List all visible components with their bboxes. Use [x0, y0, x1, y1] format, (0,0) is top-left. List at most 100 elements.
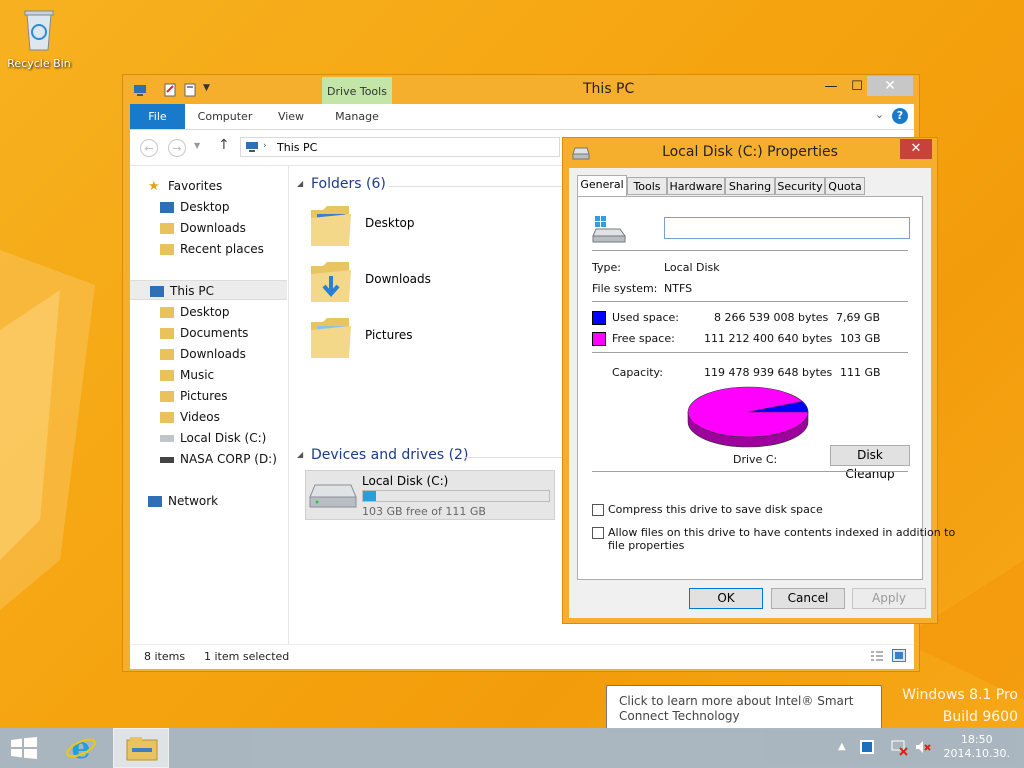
up-arrow-icon[interactable]: ↑ — [218, 137, 230, 153]
folder-icon — [160, 328, 174, 339]
folder-icon — [160, 307, 174, 318]
tab-view[interactable]: View — [268, 104, 314, 129]
taskbar: e ▲ 18:50 2014.10.30. — [0, 728, 1024, 768]
tab-tools[interactable]: Tools — [627, 177, 667, 195]
nav-pc-music[interactable]: Music — [160, 365, 214, 385]
expand-ribbon-icon[interactable]: ⌄ — [875, 108, 884, 121]
tab-general[interactable]: General — [577, 175, 627, 197]
show-hidden-icons-button[interactable]: ▲ — [838, 741, 846, 752]
index-checkbox[interactable] — [592, 527, 604, 539]
recycle-bin[interactable]: Recycle Bin — [6, 6, 72, 70]
nav-item-label: Videos — [180, 410, 220, 424]
nav-pc-pictures[interactable]: Pictures — [160, 386, 228, 406]
svg-text:e: e — [71, 731, 90, 765]
folders-group-header[interactable]: Folders (6) — [311, 176, 386, 192]
nav-item-label: Desktop — [180, 200, 230, 214]
folder-icon — [160, 349, 174, 360]
address-field[interactable]: › This PC — [240, 137, 560, 157]
apply-button[interactable]: Apply — [852, 588, 926, 609]
nav-item-label: NASA CORP (D:) — [180, 452, 277, 466]
desktop-icon — [160, 202, 174, 213]
compress-checkbox[interactable] — [592, 504, 604, 516]
forward-button[interactable]: → — [168, 139, 186, 157]
used-space-bytes: 8 266 539 008 bytes — [714, 311, 829, 324]
free-space-label: Free space: — [612, 332, 675, 345]
compress-label: Compress this drive to save disk space — [608, 503, 823, 516]
divider — [592, 301, 908, 302]
folder-name: Pictures — [365, 328, 413, 342]
nav-pc-videos[interactable]: Videos — [160, 407, 220, 427]
collapse-devices-icon[interactable]: ◢ — [297, 450, 303, 459]
nav-pc-downloads[interactable]: Downloads — [160, 344, 246, 364]
volume-label-input[interactable] — [664, 217, 910, 239]
nav-pc-local-disk[interactable]: Local Disk (C:) — [160, 428, 266, 448]
tray-tooltip: Click to learn more about Intel® Smart C… — [606, 685, 882, 731]
nav-fav-downloads[interactable]: Downloads — [160, 218, 246, 238]
nav-item-label: Documents — [180, 326, 249, 340]
nav-pc-desktop[interactable]: Desktop — [160, 302, 230, 322]
chevron-right-icon[interactable]: › — [263, 141, 267, 151]
type-value: Local Disk — [664, 261, 720, 274]
volume-muted-icon[interactable] — [914, 738, 932, 756]
nav-fav-recent[interactable]: Recent places — [160, 239, 264, 259]
ribbon: File Computer View Manage ⌄ ? — [130, 104, 914, 130]
free-space-swatch — [592, 332, 606, 346]
collapse-folders-icon[interactable]: ◢ — [297, 179, 303, 188]
nav-fav-desktop[interactable]: Desktop — [160, 197, 230, 217]
computer-icon — [134, 85, 146, 96]
nav-this-pc[interactable]: This PC — [130, 280, 287, 300]
hard-drive-icon — [160, 435, 174, 442]
tab-file[interactable]: File — [130, 104, 185, 129]
qat-dropdown-icon[interactable]: ▼ — [203, 83, 217, 97]
minimize-button[interactable]: — — [817, 77, 845, 97]
disk-cleanup-button[interactable]: Disk Cleanup — [830, 445, 910, 481]
dialog-body: General Tools Hardware Sharing Security … — [569, 168, 955, 618]
new-folder-icon[interactable] — [183, 83, 197, 97]
tooltip-text: Click to learn more about Intel® Smart C… — [619, 694, 854, 723]
drive-name: Local Disk (C:) — [362, 474, 449, 488]
folder-icon — [160, 370, 174, 381]
folder-desktop[interactable]: Desktop — [309, 200, 509, 250]
nav-pc-documents[interactable]: Documents — [160, 323, 248, 343]
nav-favorites[interactable]: ★ Favorites — [148, 176, 222, 196]
recent-locations-icon[interactable]: ▼ — [194, 141, 200, 150]
devices-group-header[interactable]: Devices and drives (2) — [311, 447, 468, 463]
general-tab-panel: Type: Local Disk File system: NTFS Used … — [577, 196, 955, 580]
folder-pictures[interactable]: Pictures — [309, 312, 509, 362]
tab-hardware[interactable]: Hardware — [667, 177, 725, 195]
back-button[interactable]: ← — [140, 139, 158, 157]
nav-pc-nasa-corp[interactable]: NASA CORP (D:) — [160, 449, 277, 469]
properties-icon[interactable] — [163, 83, 177, 97]
start-button-windows-icon[interactable] — [10, 737, 38, 759]
drive-letter-label: Drive C: — [733, 453, 778, 466]
nav-network[interactable]: Network — [148, 491, 218, 511]
clock[interactable]: 18:50 2014.10.30. — [944, 733, 1010, 761]
internet-explorer-icon[interactable]: e — [64, 731, 98, 765]
details-view-icon[interactable] — [870, 650, 884, 662]
recent-places-icon — [160, 244, 174, 255]
tab-manage[interactable]: Manage — [326, 104, 388, 129]
nav-item-label: Music — [180, 368, 215, 382]
type-label: Type: — [592, 261, 621, 274]
ok-button[interactable]: OK — [689, 588, 763, 609]
capacity-bytes: 119 478 939 648 bytes — [704, 366, 833, 379]
nav-item-label: Desktop — [180, 305, 230, 319]
large-icons-view-icon[interactable] — [892, 649, 906, 662]
tab-sharing[interactable]: Sharing — [725, 177, 775, 195]
tab-computer[interactable]: Computer — [192, 104, 258, 129]
windows-drive-icon — [592, 216, 626, 243]
dialog-close-button[interactable]: ✕ — [900, 139, 932, 159]
taskbar-file-explorer[interactable] — [113, 728, 169, 768]
intel-smart-connect-icon[interactable] — [858, 738, 876, 756]
free-space-bytes: 111 212 400 640 bytes — [704, 332, 833, 345]
drive-local-disk-c[interactable]: Local Disk (C:) 103 GB free of 111 GB — [305, 470, 555, 520]
cancel-button[interactable]: Cancel — [771, 588, 845, 609]
network-disconnected-icon[interactable] — [890, 738, 908, 756]
used-space-label: Used space: — [612, 311, 680, 324]
folder-downloads[interactable]: Downloads — [309, 256, 509, 306]
tab-security[interactable]: Security — [775, 177, 825, 195]
capacity-gb: 111 GB — [840, 366, 881, 379]
help-icon[interactable]: ? — [892, 108, 908, 124]
close-button[interactable]: ✕ — [867, 76, 913, 96]
tab-quota[interactable]: Quota — [825, 177, 865, 195]
